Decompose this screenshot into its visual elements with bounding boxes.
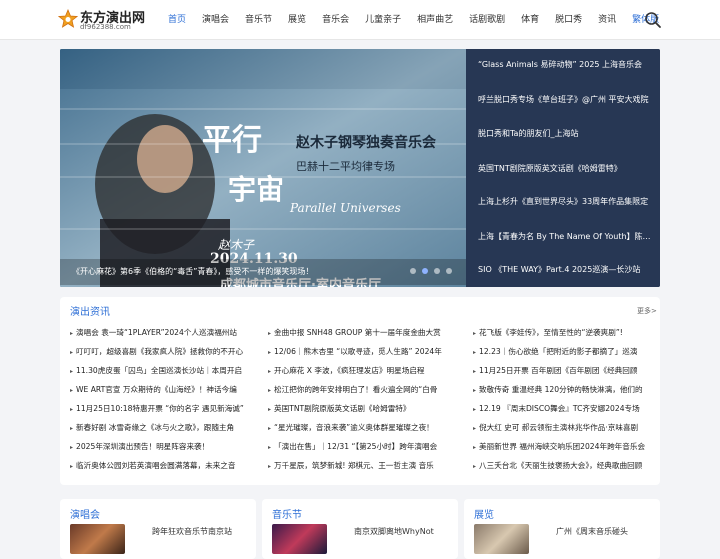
news-item[interactable]: 11月25日10:18特惠开票 “你的名字 遇见新海诚” <box>70 399 252 418</box>
news-column-1: 演唱会 袁一琦“1PLAYER”2024个人巡演福州站 叮叮叮，超级喜剧《我家疯… <box>70 323 252 475</box>
side-list-item[interactable]: 英国TNT剧院原版英文话剧《哈姆雷特》 <box>478 159 656 179</box>
panel-thumbnail[interactable] <box>70 524 125 554</box>
news-item[interactable]: 八三夭台北《天丽生技褒扬大会》，经典歌曲回顾 <box>473 456 655 475</box>
nav-home[interactable]: 首页 <box>160 0 194 40</box>
panel-title[interactable]: 音乐节 <box>272 506 302 521</box>
nav-concert[interactable]: 演唱会 <box>194 0 237 40</box>
panel-music-festival: 音乐节 南京双脚离地WhyNot <box>262 499 458 559</box>
news-item[interactable]: 12/06｜熊木杏里 “以歌寻迹，觅人生路” 2024年 <box>268 342 450 361</box>
news-item[interactable]: 2025年深圳演出预告！明星阵容来袭！ <box>70 437 252 456</box>
poster-subtitle: 巴赫十二平均律专场 <box>296 159 395 173</box>
hero-caption-overlay[interactable]: 《开心麻花》第6季《伯格的“毒舌”青春》，感受不一样的爆笑现场！ <box>72 266 372 277</box>
side-list-item[interactable]: 上海【青春为名 By The Name Of Youth】陈立农 <box>478 227 656 247</box>
nav-music-concert[interactable]: 音乐会 <box>314 0 357 40</box>
news-item[interactable]: 临沂奥体公园刘若英演唱会圆满落幕，未来之音 <box>70 456 252 475</box>
carousel-dot[interactable] <box>434 268 440 274</box>
news-section: 演出资讯 更多> 演唱会 袁一琦“1PLAYER”2024个人巡演福州站 叮叮叮… <box>60 297 660 485</box>
hero-side-list: “Glass Animals 易碎动物” 2025 上海音乐会 呼兰脱口秀专场《… <box>466 49 660 287</box>
news-item[interactable]: 美丽新世界 福州海峡交响乐团2024年跨年音乐会 <box>473 437 655 456</box>
side-list-item[interactable]: 上海上杉升《直到世界尽头》33周年作品集限定 <box>478 192 656 212</box>
news-more-link[interactable]: 更多> <box>637 306 657 316</box>
news-title: 演出资讯 <box>70 307 110 318</box>
news-item[interactable]: 开心麻花 X 李波，《疯狂理发店》明星场启程 <box>268 361 450 380</box>
hero-carousel[interactable]: 平行 宇宙 赵木子钢琴独奏音乐会 巴赫十二平均律专场 Parallel Univ… <box>60 49 660 287</box>
panel-item-text[interactable]: 南京双脚离地WhyNot <box>354 525 454 538</box>
search-icon[interactable] <box>644 11 662 29</box>
nav-children[interactable]: 儿童亲子 <box>357 0 409 40</box>
poster-signature: 赵木子 <box>218 238 255 252</box>
star-logo-icon <box>58 9 78 28</box>
news-item[interactable]: 致敬传奇 重温经典 120分钟的畅快淋漓，他们的 <box>473 380 655 399</box>
poster-title-2: 宇宙 <box>228 173 284 206</box>
carousel-dot[interactable] <box>410 268 416 274</box>
panel-exhibition: 展览 广州《周末音乐碰头 <box>464 499 660 559</box>
nav-music-festival[interactable]: 音乐节 <box>237 0 280 40</box>
hero-caption-bar: 《开心麻花》第6季《伯格的“毒舌”青春》，感受不一样的爆笑现场！ <box>60 259 466 285</box>
panel-thumbnail[interactable] <box>474 524 529 554</box>
news-item[interactable]: 叮叮叮，超级喜剧《我家疯人院》拯救你的不开心 <box>70 342 252 361</box>
poster-english: Parallel Universes <box>289 201 401 215</box>
main-nav: 首页 演唱会 音乐节 展览 音乐会 儿童亲子 相声曲艺 话剧歌剧 体育 脱口秀 … <box>160 0 667 40</box>
news-item[interactable]: 金曲中报 SNH48 GROUP 第十一届年度金曲大赏 <box>268 323 450 342</box>
news-item[interactable]: 11.30虎皮蛋「囚鸟」全国巡演长沙站｜本周开启 <box>70 361 252 380</box>
hero-poster-image[interactable]: 平行 宇宙 赵木子钢琴独奏音乐会 巴赫十二平均律专场 Parallel Univ… <box>60 49 466 287</box>
poster-art: 平行 宇宙 赵木子钢琴独奏音乐会 巴赫十二平均律专场 Parallel Univ… <box>60 49 466 287</box>
news-item[interactable]: 万千星辰，筑梦新城! 郑棋元、王一哲主演 音乐 <box>268 456 450 475</box>
news-item[interactable]: 12.19 『周末DISCO舞会』TC齐安娜2024专场 <box>473 399 655 418</box>
nav-sports[interactable]: 体育 <box>513 0 547 40</box>
panel-item-text[interactable]: 广州《周末音乐碰头 <box>556 525 656 538</box>
carousel-dot-active[interactable] <box>422 268 428 274</box>
news-item[interactable]: 演唱会 袁一琦“1PLAYER”2024个人巡演福州站 <box>70 323 252 342</box>
news-item[interactable]: 「演出在售」｜12/31 “【第25小时】跨年演唱会 <box>268 437 450 456</box>
news-item[interactable]: 12.23｜伤心欲绝「把附近的影子都摘了」巡演 <box>473 342 655 361</box>
panel-thumbnail[interactable] <box>272 524 327 554</box>
panel-title[interactable]: 演唱会 <box>70 506 100 521</box>
news-item[interactable]: 倪大红 史可 郝云领衔主演林兆华作品·京味喜剧 <box>473 418 655 437</box>
panel-title[interactable]: 展览 <box>474 506 494 521</box>
side-list-item[interactable]: “Glass Animals 易碎动物” 2025 上海音乐会 <box>478 55 656 75</box>
nav-crosstalk[interactable]: 相声曲艺 <box>409 0 461 40</box>
news-item[interactable]: 新春好剧 冰雪奇缘之《冰与火之歌》，跟随主角 <box>70 418 252 437</box>
top-bar: 东方演出网 df962388.com 首页 演唱会 音乐节 展览 音乐会 儿童亲… <box>0 0 720 40</box>
carousel-dot[interactable] <box>446 268 452 274</box>
nav-drama[interactable]: 话剧歌剧 <box>461 0 513 40</box>
poster-performer: 赵木子钢琴独奏音乐会 <box>295 134 437 151</box>
news-column-2: 金曲中报 SNH48 GROUP 第十一届年度金曲大赏 12/06｜熊木杏里 “… <box>268 323 450 475</box>
news-item[interactable]: 英国TNT剧院原版英文话剧《哈姆雷特》 <box>268 399 450 418</box>
side-list-item[interactable]: SIO 《THE WAY》Part.4 2025巡演—长沙站 <box>478 260 656 280</box>
panel-concert: 演唱会 跨年狂欢音乐节南京站 <box>60 499 256 559</box>
side-list-item[interactable]: 呼兰脱口秀专场《草台班子》@广州 平安大戏院 <box>478 90 656 110</box>
logo-domain: df962388.com <box>80 23 131 31</box>
carousel-dots <box>410 268 452 274</box>
news-item[interactable]: 11月25日开票 百年剧团《百年剧团《经典回顾 <box>473 361 655 380</box>
side-list-item[interactable]: 脱口秀和Ta的朋友们_上海站 <box>478 124 656 144</box>
category-panels: 演唱会 跨年狂欢音乐节南京站 音乐节 南京双脚离地WhyNot 展览 广州《周末… <box>60 499 660 559</box>
nav-standup[interactable]: 脱口秀 <box>547 0 590 40</box>
nav-exhibition[interactable]: 展览 <box>280 0 314 40</box>
poster-title-1: 平行 <box>202 123 262 158</box>
panel-item-text[interactable]: 跨年狂欢音乐节南京站 <box>152 525 252 538</box>
news-item[interactable]: 松江把你的跨年安排明白了！看火遍全网的“白骨 <box>268 380 450 399</box>
news-column-3: 花飞版《李娃传》，至情至性的“逆袭爽剧”! 12.23｜伤心欲绝「把附近的影子都… <box>473 323 655 475</box>
nav-news[interactable]: 资讯 <box>590 0 624 40</box>
news-item[interactable]: WE ART官宣 万众期待的《山海经》！神话今编 <box>70 380 252 399</box>
site-logo[interactable]: 东方演出网 df962388.com <box>58 7 148 35</box>
news-item[interactable]: 花飞版《李娃传》，至情至性的“逆袭爽剧”! <box>473 323 655 342</box>
news-item[interactable]: “星光璀璨，音浪来袭”逾义奥体群星璀璨之夜！ <box>268 418 450 437</box>
